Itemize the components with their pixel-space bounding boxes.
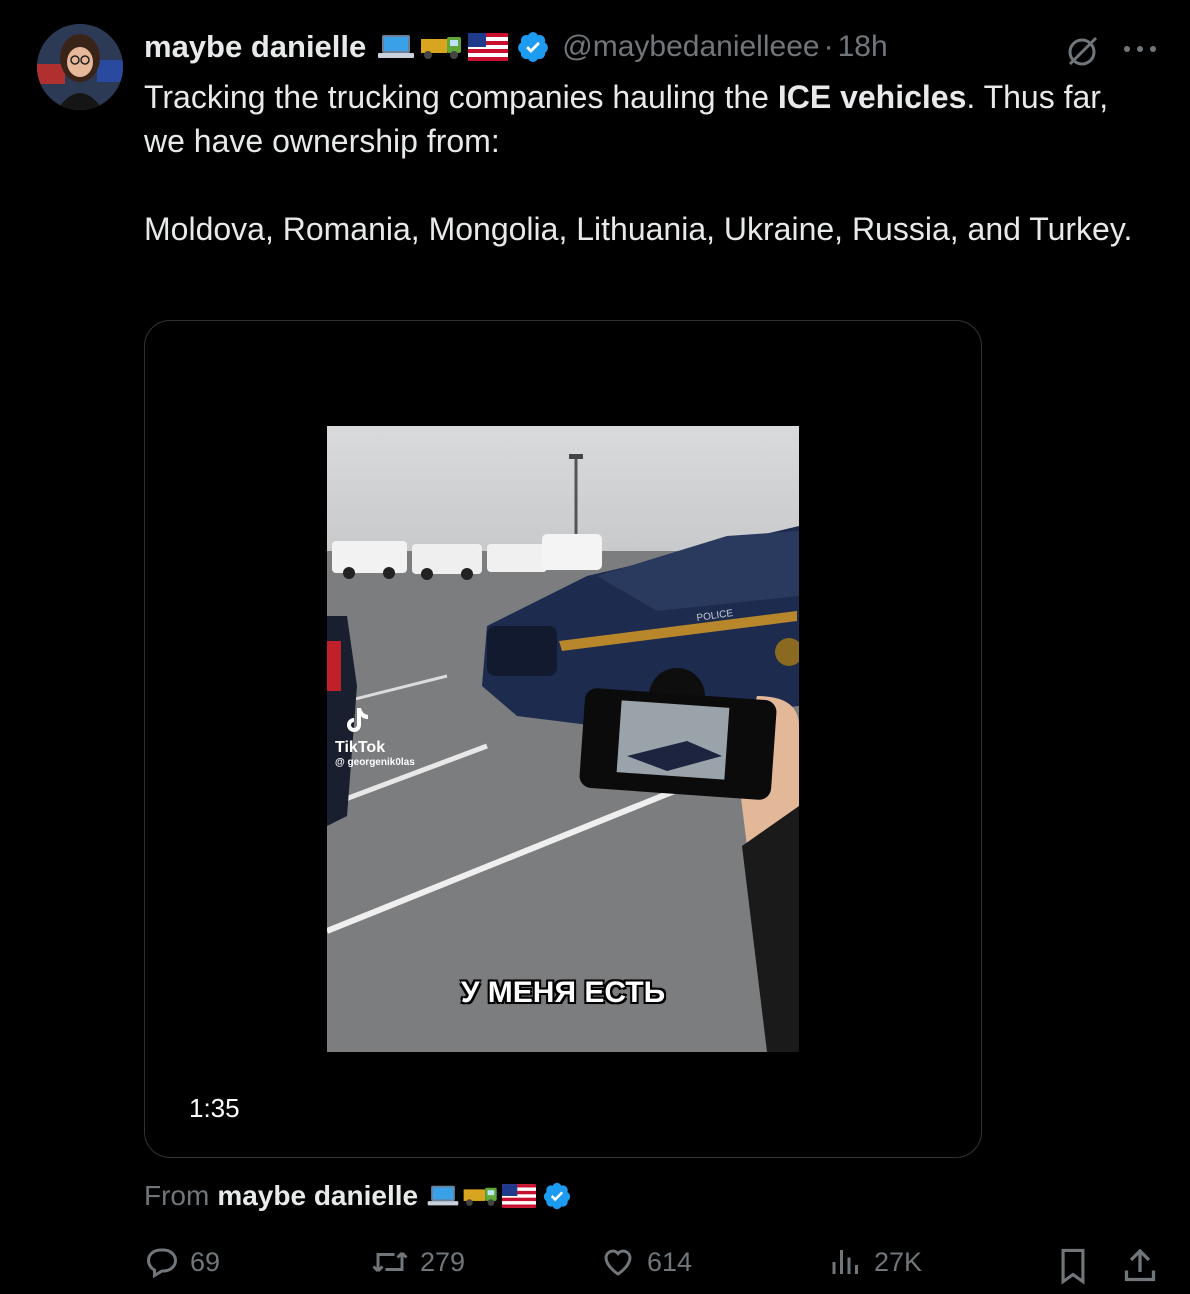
name-emoji-group bbox=[376, 33, 509, 61]
repost-icon bbox=[372, 1251, 408, 1273]
truck-emoji bbox=[421, 37, 462, 59]
heart-icon bbox=[604, 1249, 632, 1276]
truck-emoji bbox=[463, 1187, 497, 1206]
from-emoji-group bbox=[426, 1184, 537, 1208]
tiktok-logo-icon bbox=[347, 708, 368, 732]
tweet-text-part1: Tracking the trucking companies hauling … bbox=[144, 79, 778, 115]
tweet-paragraph-1: Tracking the trucking companies hauling … bbox=[144, 75, 1154, 163]
laptop-emoji bbox=[427, 1185, 459, 1206]
from-label: From bbox=[144, 1180, 210, 1211]
tweet-header: maybe danielle @maybedanielleee · 18h bbox=[144, 27, 1174, 67]
separator-dot: · bbox=[823, 30, 834, 63]
reply-count: 69 bbox=[190, 1246, 221, 1277]
video-duration: 1:35 bbox=[189, 1093, 240, 1123]
tweet-action-bar: 69 279 614 27K bbox=[144, 1244, 1164, 1288]
from-attribution[interactable]: From maybe danielle bbox=[144, 1178, 572, 1214]
us-flag-emoji bbox=[502, 1184, 537, 1208]
more-options-icon[interactable] bbox=[1122, 44, 1158, 54]
views-chart-icon bbox=[832, 1250, 858, 1274]
author-handle[interactable]: @maybedanielleee bbox=[562, 30, 819, 64]
tweet-text-bold: ICE vehicles bbox=[777, 79, 967, 115]
views-count: 27K bbox=[874, 1246, 923, 1277]
author-name[interactable]: maybe danielle bbox=[144, 29, 366, 65]
share-icon[interactable] bbox=[1122, 1246, 1158, 1286]
repost-count: 279 bbox=[420, 1246, 466, 1277]
tiktok-brand: TikTok bbox=[335, 739, 386, 756]
reply-icon bbox=[146, 1248, 178, 1279]
views-button[interactable]: 27K bbox=[828, 1244, 922, 1280]
timestamp[interactable]: 18h bbox=[838, 30, 888, 64]
video-subtitle: У МЕНЯ ЕСТЬ bbox=[460, 976, 666, 1009]
from-verified-badge-icon[interactable] bbox=[542, 1181, 572, 1211]
laptop-emoji bbox=[378, 35, 415, 58]
us-flag-emoji bbox=[468, 33, 509, 61]
tweet-text: Tracking the trucking companies hauling … bbox=[144, 75, 1154, 251]
video-player[interactable]: POLICE TikTok @ georgenik0las У МЕНЯ ЕСТ… bbox=[144, 320, 982, 1158]
verified-badge-icon[interactable] bbox=[516, 30, 550, 64]
author-avatar[interactable] bbox=[37, 24, 123, 110]
tweet-paragraph-2: Moldova, Romania, Mongolia, Lithuania, U… bbox=[144, 211, 1133, 247]
bookmark-icon[interactable] bbox=[1056, 1246, 1090, 1286]
from-author-name[interactable]: maybe danielle bbox=[217, 1180, 418, 1212]
repost-button[interactable]: 279 bbox=[370, 1244, 465, 1280]
grok-icon[interactable] bbox=[1062, 32, 1102, 72]
reply-button[interactable]: 69 bbox=[144, 1244, 220, 1280]
video-thumbnail[interactable]: POLICE TikTok @ georgenik0las У МЕНЯ ЕСТ… bbox=[327, 426, 799, 1052]
like-button[interactable]: 614 bbox=[599, 1244, 692, 1280]
tiktok-username: @ georgenik0las bbox=[335, 757, 415, 768]
tiktok-watermark: TikTok @ georgenik0las bbox=[335, 706, 415, 768]
like-count: 614 bbox=[647, 1246, 693, 1277]
